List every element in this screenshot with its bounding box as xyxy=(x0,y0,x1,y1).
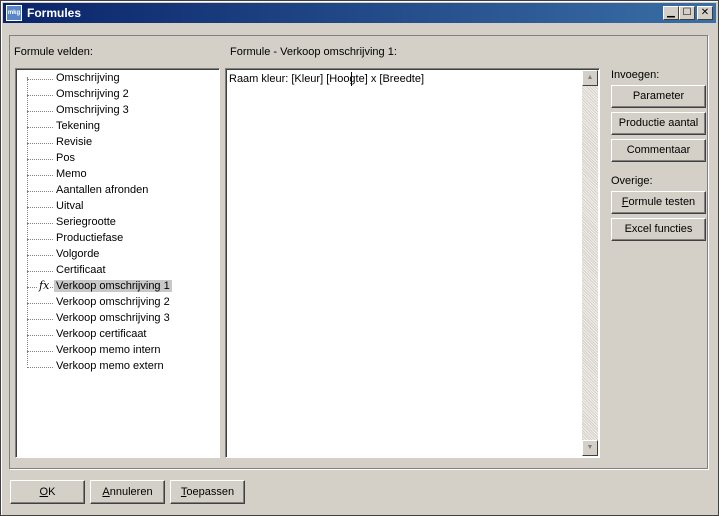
tree-item-label: Tekening xyxy=(56,120,101,132)
tree-item[interactable]: Verkoop certificaat xyxy=(16,327,216,343)
tree-branch-line xyxy=(27,367,53,368)
tree-branch-line xyxy=(27,255,53,256)
text-caret xyxy=(351,72,352,86)
tree-item[interactable]: Revisie xyxy=(16,135,216,151)
tree-item-label: Verkoop omschrijving 1 xyxy=(54,280,172,292)
tree-item-label: Volgorde xyxy=(56,248,100,260)
tree-item[interactable]: Memo xyxy=(16,167,216,183)
ok-accel: O xyxy=(39,486,49,498)
tree-item[interactable]: Verkoop omschrijving 2 xyxy=(16,295,216,311)
tree-item-label: Omschrijving xyxy=(56,72,120,84)
annuleren-accel: A xyxy=(102,486,110,498)
fields-label: Formule velden: xyxy=(14,46,93,58)
tree-branch-line xyxy=(27,79,53,80)
tree-item-label: Pos xyxy=(56,152,75,164)
parameter-button[interactable]: Parameter xyxy=(611,85,706,108)
tree-item[interactable]: Verkoop memo extern xyxy=(16,359,216,375)
tree-item-label: Verkoop omschrijving 2 xyxy=(56,296,170,308)
formule-testen-button[interactable]: Formule testen xyxy=(611,191,706,214)
tree-branch-line xyxy=(27,191,53,192)
tree-item[interactable]: fx Verkoop omschrijving 1 xyxy=(16,279,216,295)
tree-item-label: Omschrijving 3 xyxy=(56,104,129,116)
formula-editor[interactable]: Raam kleur: [Kleur] [Hoogte] x [Breedte]… xyxy=(225,68,600,458)
tree-item[interactable]: Uitval xyxy=(16,199,216,215)
title-bar[interactable]: mkg Formules ▁ ☐ ✕ xyxy=(3,3,716,23)
ok-button[interactable]: OK xyxy=(10,480,85,504)
toepassen-button[interactable]: Toepassen xyxy=(170,480,245,504)
tree-branch-line xyxy=(27,111,53,112)
tree-item[interactable]: Omschrijving 2 xyxy=(16,87,216,103)
tree-item[interactable]: Volgorde xyxy=(16,247,216,263)
tree-item[interactable]: Seriegrootte xyxy=(16,215,216,231)
tree-item-label: Certificaat xyxy=(56,264,106,276)
toepassen-label: oepassen xyxy=(186,486,235,498)
tree-branch-line xyxy=(27,127,53,128)
formula-text[interactable]: Raam kleur: [Kleur] [Hoogte] x [Breedte] xyxy=(229,73,424,85)
scroll-up-icon[interactable]: ▲ xyxy=(582,70,598,86)
tree-item[interactable]: Verkoop memo intern xyxy=(16,343,216,359)
formule-testen-accel: F xyxy=(621,196,629,208)
tree-item-label: Verkoop memo intern xyxy=(56,344,161,356)
tree-branch-line xyxy=(27,95,53,96)
tree-branch-line xyxy=(27,303,53,304)
formules-dialog: mkg Formules ▁ ☐ ✕ Formule velden: Formu… xyxy=(0,0,719,516)
tree-item[interactable]: Tekening xyxy=(16,119,216,135)
tree-item-label: Revisie xyxy=(56,136,93,148)
tree-item[interactable]: Omschrijving 3 xyxy=(16,103,216,119)
tree-branch-line xyxy=(27,335,53,336)
tree-branch-line xyxy=(27,175,53,176)
formula-fields-tree[interactable]: Omschrijving Omschrijving 2 Omschrijving 3… xyxy=(15,68,220,458)
tree-item[interactable]: Aantallen afronden xyxy=(16,183,216,199)
window-title: Formules xyxy=(27,6,82,20)
editor-scrollbar[interactable]: ▲ ▼ xyxy=(582,70,598,456)
excel-functies-button[interactable]: Excel functies xyxy=(611,218,706,241)
formule-testen-label: ormule testen xyxy=(628,196,696,208)
tree-item-label: Verkoop memo extern xyxy=(56,360,164,372)
tree-item[interactable]: Productiefase xyxy=(16,231,216,247)
tree-item-label: Verkoop omschrijving 3 xyxy=(56,312,170,324)
tree-item-label: Omschrijving 2 xyxy=(56,88,129,100)
tree-item-label: Seriegrootte xyxy=(56,216,116,228)
tree-branch-line xyxy=(27,223,53,224)
tree-item-label: Aantallen afronden xyxy=(56,184,149,196)
tree-branch-line xyxy=(27,143,53,144)
close-button[interactable]: ✕ xyxy=(697,6,713,20)
scroll-down-icon[interactable]: ▼ xyxy=(582,440,598,456)
tree-item-label: Uitval xyxy=(56,200,84,212)
minimize-button[interactable]: ▁ xyxy=(663,6,679,20)
formula-fx-icon: fx xyxy=(38,279,51,292)
tree-branch-line xyxy=(27,207,53,208)
annuleren-label: nnuleren xyxy=(109,486,153,498)
ok-label: K xyxy=(48,486,56,498)
tree-item[interactable]: Certificaat xyxy=(16,263,216,279)
tree-branch-line xyxy=(27,159,53,160)
commentaar-button[interactable]: Commentaar xyxy=(611,139,706,162)
annuleren-button[interactable]: Annuleren xyxy=(90,480,165,504)
tree-branch-line xyxy=(27,239,53,240)
tree-branch-line xyxy=(27,271,53,272)
tree-item[interactable]: Pos xyxy=(16,151,216,167)
other-label: Overige: xyxy=(611,175,653,187)
tree-item-label: Productiefase xyxy=(56,232,124,244)
tree-item[interactable]: Omschrijving xyxy=(16,71,216,87)
formula-label: Formule - Verkoop omschrijving 1: xyxy=(230,46,397,58)
tree-item-label: Verkoop certificaat xyxy=(56,328,147,340)
tree-branch-line xyxy=(27,351,53,352)
maximize-button[interactable]: ☐ xyxy=(679,6,695,20)
productie-aantal-button[interactable]: Productie aantal xyxy=(611,112,706,135)
insert-label: Invoegen: xyxy=(611,69,660,81)
tree-branch-line xyxy=(27,319,53,320)
app-icon: mkg xyxy=(6,5,22,21)
tree-item-label: Memo xyxy=(56,168,87,180)
tree-item[interactable]: Verkoop omschrijving 3 xyxy=(16,311,216,327)
